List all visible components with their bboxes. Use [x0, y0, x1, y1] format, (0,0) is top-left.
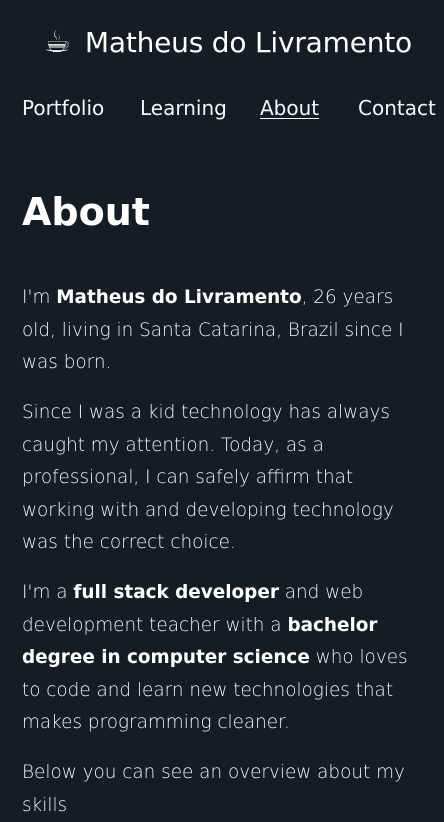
- main-nav: Portfolio Learning About Contact: [22, 93, 436, 123]
- nav-link-contact[interactable]: Contact: [358, 93, 436, 123]
- profession-prefix: I'm a: [22, 582, 74, 603]
- about-content: About I'm Matheus do Livramento, 26 year…: [22, 185, 426, 816]
- nav-link-about[interactable]: About: [260, 93, 319, 123]
- profession-paragraph: I'm a full stack developer and web devel…: [22, 577, 424, 740]
- skills-text: Below you can see an overview about my s…: [22, 762, 405, 816]
- intro-prefix: I'm: [22, 287, 57, 308]
- role-highlight: full stack developer: [73, 582, 279, 603]
- nav-link-learning[interactable]: Learning: [140, 93, 227, 123]
- brand-name[interactable]: Matheus do Livramento: [85, 23, 412, 63]
- skills-paragraph: Below you can see an overview about my s…: [22, 757, 424, 822]
- background-text: Since I was a kid technology has always …: [22, 402, 394, 553]
- page-title: About: [22, 190, 150, 234]
- intro-paragraph: I'm Matheus do Livramento, 26 years old,…: [22, 282, 424, 380]
- author-name: Matheus do Livramento: [56, 287, 302, 308]
- site-header: ☕ Matheus do Livramento: [0, 0, 444, 88]
- background-paragraph: Since I was a kid technology has always …: [22, 397, 424, 560]
- brand-link[interactable]: ☕ Matheus do Livramento: [44, 23, 412, 63]
- nav-link-portfolio[interactable]: Portfolio: [22, 93, 104, 123]
- coffee-cup-icon: ☕: [44, 25, 71, 60]
